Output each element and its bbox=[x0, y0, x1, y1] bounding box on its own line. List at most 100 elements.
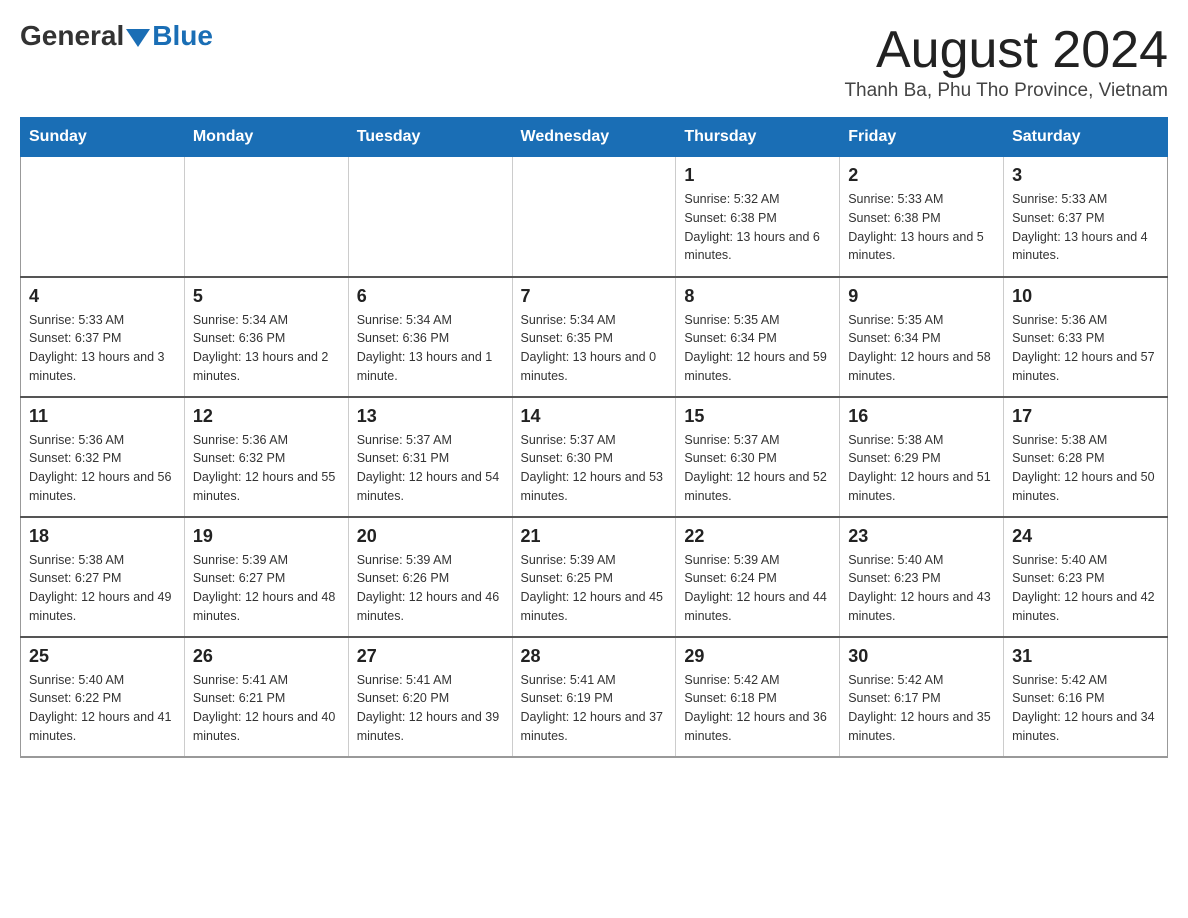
week-row-4: 18 Sunrise: 5:38 AMSunset: 6:27 PMDayligh… bbox=[21, 517, 1168, 637]
day-info: Sunrise: 5:42 AMSunset: 6:18 PMDaylight:… bbox=[684, 671, 831, 746]
day-info: Sunrise: 5:39 AMSunset: 6:27 PMDaylight:… bbox=[193, 551, 340, 626]
day-number: 28 bbox=[521, 646, 668, 667]
title-right: August 2024 Thanh Ba, Phu Tho Province, … bbox=[844, 20, 1168, 102]
day-info: Sunrise: 5:34 AMSunset: 6:35 PMDaylight:… bbox=[521, 311, 668, 386]
day-cell-w5-d7: 31 Sunrise: 5:42 AMSunset: 6:16 PMDayligh… bbox=[1004, 637, 1168, 757]
day-cell-w2-d5: 8 Sunrise: 5:35 AMSunset: 6:34 PMDaylight… bbox=[676, 277, 840, 397]
day-cell-w5-d6: 30 Sunrise: 5:42 AMSunset: 6:17 PMDayligh… bbox=[840, 637, 1004, 757]
day-info: Sunrise: 5:39 AMSunset: 6:26 PMDaylight:… bbox=[357, 551, 504, 626]
day-cell-w2-d2: 5 Sunrise: 5:34 AMSunset: 6:36 PMDaylight… bbox=[184, 277, 348, 397]
day-cell-w1-d4 bbox=[512, 157, 676, 277]
day-info: Sunrise: 5:39 AMSunset: 6:25 PMDaylight:… bbox=[521, 551, 668, 626]
calendar-header: Sunday Monday Tuesday Wednesday Thursday… bbox=[21, 118, 1168, 157]
day-info: Sunrise: 5:33 AMSunset: 6:37 PMDaylight:… bbox=[29, 311, 176, 386]
day-number: 31 bbox=[1012, 646, 1159, 667]
day-cell-w4-d5: 22Sunrise: 5:39 AMSunset: 6:24 PMDayligh… bbox=[676, 517, 840, 637]
day-number: 16 bbox=[848, 406, 995, 427]
day-cell-w1-d7: 3Sunrise: 5:33 AMSunset: 6:37 PMDaylight… bbox=[1004, 157, 1168, 277]
day-cell-w3-d4: 14 Sunrise: 5:37 AMSunset: 6:30 PMDayligh… bbox=[512, 397, 676, 517]
col-tuesday: Tuesday bbox=[348, 118, 512, 157]
day-number: 4 bbox=[29, 286, 176, 307]
calendar-body: 1Sunrise: 5:32 AMSunset: 6:38 PMDaylight… bbox=[21, 157, 1168, 757]
day-number: 14 bbox=[521, 406, 668, 427]
day-cell-w5-d2: 26 Sunrise: 5:41 AMSunset: 6:21 PMDayligh… bbox=[184, 637, 348, 757]
day-info: Sunrise: 5:34 AMSunset: 6:36 PMDaylight:… bbox=[193, 311, 340, 386]
day-cell-w2-d1: 4 Sunrise: 5:33 AMSunset: 6:37 PMDaylight… bbox=[21, 277, 185, 397]
col-saturday: Saturday bbox=[1004, 118, 1168, 157]
day-info: Sunrise: 5:38 AMSunset: 6:29 PMDaylight:… bbox=[848, 431, 995, 506]
day-info: Sunrise: 5:35 AMSunset: 6:34 PMDaylight:… bbox=[684, 311, 831, 386]
day-number: 30 bbox=[848, 646, 995, 667]
page-title: August 2024 bbox=[844, 20, 1168, 80]
day-info: Sunrise: 5:38 AMSunset: 6:27 PMDaylight:… bbox=[29, 551, 176, 626]
day-cell-w4-d4: 21 Sunrise: 5:39 AMSunset: 6:25 PMDayligh… bbox=[512, 517, 676, 637]
col-thursday: Thursday bbox=[676, 118, 840, 157]
day-number: 7 bbox=[521, 286, 668, 307]
day-number: 8 bbox=[684, 286, 831, 307]
day-number: 29 bbox=[684, 646, 831, 667]
day-info: Sunrise: 5:41 AMSunset: 6:21 PMDaylight:… bbox=[193, 671, 340, 746]
day-cell-w4-d7: 24 Sunrise: 5:40 AMSunset: 6:23 PMDayligh… bbox=[1004, 517, 1168, 637]
logo-triangle bbox=[126, 29, 150, 47]
day-cell-w1-d1 bbox=[21, 157, 185, 277]
day-number: 12 bbox=[193, 406, 340, 427]
day-info: Sunrise: 5:38 AMSunset: 6:28 PMDaylight:… bbox=[1012, 431, 1159, 506]
logo-general: General bbox=[20, 20, 124, 52]
day-number: 13 bbox=[357, 406, 504, 427]
day-info: Sunrise: 5:34 AMSunset: 6:36 PMDaylight:… bbox=[357, 311, 504, 386]
day-info: Sunrise: 5:35 AMSunset: 6:34 PMDaylight:… bbox=[848, 311, 995, 386]
day-info: Sunrise: 5:42 AMSunset: 6:16 PMDaylight:… bbox=[1012, 671, 1159, 746]
day-number: 26 bbox=[193, 646, 340, 667]
calendar-table: Sunday Monday Tuesday Wednesday Thursday… bbox=[20, 117, 1168, 758]
week-row-3: 11Sunrise: 5:36 AMSunset: 6:32 PMDayligh… bbox=[21, 397, 1168, 517]
day-info: Sunrise: 5:36 AMSunset: 6:32 PMDaylight:… bbox=[29, 431, 176, 506]
day-number: 21 bbox=[521, 526, 668, 547]
col-wednesday: Wednesday bbox=[512, 118, 676, 157]
day-number: 15 bbox=[684, 406, 831, 427]
week-row-1: 1Sunrise: 5:32 AMSunset: 6:38 PMDaylight… bbox=[21, 157, 1168, 277]
day-cell-w2-d3: 6Sunrise: 5:34 AMSunset: 6:36 PMDaylight… bbox=[348, 277, 512, 397]
day-info: Sunrise: 5:41 AMSunset: 6:20 PMDaylight:… bbox=[357, 671, 504, 746]
day-number: 5 bbox=[193, 286, 340, 307]
day-cell-w1-d6: 2Sunrise: 5:33 AMSunset: 6:38 PMDaylight… bbox=[840, 157, 1004, 277]
logo-blue: Blue bbox=[152, 20, 213, 52]
day-cell-w1-d3 bbox=[348, 157, 512, 277]
day-cell-w2-d4: 7 Sunrise: 5:34 AMSunset: 6:35 PMDaylight… bbox=[512, 277, 676, 397]
day-info: Sunrise: 5:39 AMSunset: 6:24 PMDaylight:… bbox=[684, 551, 831, 626]
day-info: Sunrise: 5:37 AMSunset: 6:30 PMDaylight:… bbox=[521, 431, 668, 506]
day-number: 23 bbox=[848, 526, 995, 547]
day-info: Sunrise: 5:42 AMSunset: 6:17 PMDaylight:… bbox=[848, 671, 995, 746]
day-info: Sunrise: 5:36 AMSunset: 6:33 PMDaylight:… bbox=[1012, 311, 1159, 386]
week-row-5: 25 Sunrise: 5:40 AMSunset: 6:22 PMDayligh… bbox=[21, 637, 1168, 757]
day-info: Sunrise: 5:40 AMSunset: 6:23 PMDaylight:… bbox=[848, 551, 995, 626]
day-info: Sunrise: 5:40 AMSunset: 6:23 PMDaylight:… bbox=[1012, 551, 1159, 626]
day-info: Sunrise: 5:40 AMSunset: 6:22 PMDaylight:… bbox=[29, 671, 176, 746]
day-number: 18 bbox=[29, 526, 176, 547]
col-monday: Monday bbox=[184, 118, 348, 157]
day-cell-w5-d4: 28Sunrise: 5:41 AMSunset: 6:19 PMDayligh… bbox=[512, 637, 676, 757]
col-sunday: Sunday bbox=[21, 118, 185, 157]
day-cell-w2-d6: 9Sunrise: 5:35 AMSunset: 6:34 PMDaylight… bbox=[840, 277, 1004, 397]
day-cell-w4-d2: 19Sunrise: 5:39 AMSunset: 6:27 PMDayligh… bbox=[184, 517, 348, 637]
day-number: 27 bbox=[357, 646, 504, 667]
day-number: 20 bbox=[357, 526, 504, 547]
day-number: 24 bbox=[1012, 526, 1159, 547]
day-cell-w4-d6: 23 Sunrise: 5:40 AMSunset: 6:23 PMDayligh… bbox=[840, 517, 1004, 637]
day-info: Sunrise: 5:37 AMSunset: 6:30 PMDaylight:… bbox=[684, 431, 831, 506]
logo-block: General Blue bbox=[20, 20, 213, 52]
day-cell-w1-d2 bbox=[184, 157, 348, 277]
day-cell-w3-d1: 11Sunrise: 5:36 AMSunset: 6:32 PMDayligh… bbox=[21, 397, 185, 517]
week-row-2: 4 Sunrise: 5:33 AMSunset: 6:37 PMDaylight… bbox=[21, 277, 1168, 397]
day-number: 17 bbox=[1012, 406, 1159, 427]
day-cell-w5-d5: 29 Sunrise: 5:42 AMSunset: 6:18 PMDayligh… bbox=[676, 637, 840, 757]
day-info: Sunrise: 5:32 AMSunset: 6:38 PMDaylight:… bbox=[684, 190, 831, 265]
day-cell-w3-d5: 15 Sunrise: 5:37 AMSunset: 6:30 PMDayligh… bbox=[676, 397, 840, 517]
day-cell-w3-d2: 12 Sunrise: 5:36 AMSunset: 6:32 PMDayligh… bbox=[184, 397, 348, 517]
page-subtitle: Thanh Ba, Phu Tho Province, Vietnam bbox=[844, 80, 1168, 102]
header-row: Sunday Monday Tuesday Wednesday Thursday… bbox=[21, 118, 1168, 157]
day-number: 25 bbox=[29, 646, 176, 667]
day-info: Sunrise: 5:36 AMSunset: 6:32 PMDaylight:… bbox=[193, 431, 340, 506]
day-cell-w2-d7: 10Sunrise: 5:36 AMSunset: 6:33 PMDayligh… bbox=[1004, 277, 1168, 397]
main-header: General Blue August 2024 Thanh Ba, Phu T… bbox=[20, 20, 1168, 102]
day-number: 3 bbox=[1012, 165, 1159, 186]
